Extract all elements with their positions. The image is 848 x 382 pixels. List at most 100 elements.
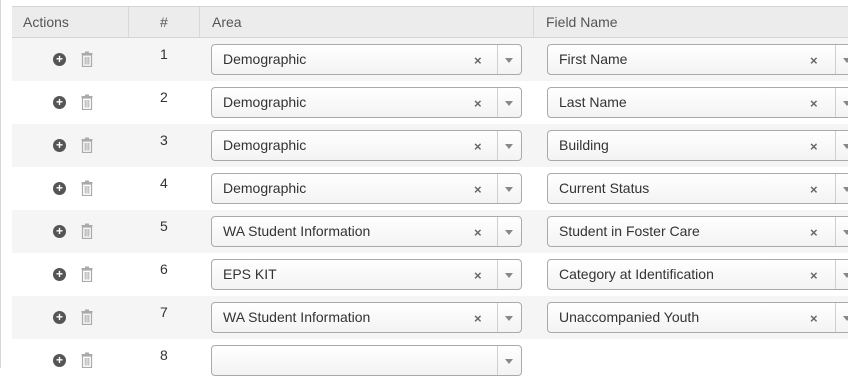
row-number: 2 xyxy=(160,89,168,105)
area-select[interactable]: Demographic × xyxy=(211,87,522,118)
table-row: +2 Demographic × Last Name × xyxy=(12,81,848,124)
header-actions: Actions xyxy=(23,14,69,30)
trash-icon[interactable] xyxy=(81,51,93,68)
dropdown-toggle[interactable] xyxy=(835,131,848,160)
clear-icon[interactable]: × xyxy=(810,303,818,334)
dropdown-toggle[interactable] xyxy=(497,260,520,289)
chevron-down-icon xyxy=(843,273,848,278)
row-number: 6 xyxy=(160,261,168,277)
area-select[interactable]: EPS KIT × xyxy=(211,259,522,290)
clear-icon[interactable]: × xyxy=(810,217,818,248)
dropdown-toggle[interactable] xyxy=(497,303,520,332)
trash-icon[interactable] xyxy=(81,180,93,197)
field-name-select[interactable]: Category at Identification × xyxy=(547,259,848,290)
area-select[interactable]: Demographic × xyxy=(211,130,522,161)
area-select[interactable]: WA Student Information × xyxy=(211,216,522,247)
dropdown-toggle[interactable] xyxy=(835,260,848,289)
dropdown-toggle[interactable] xyxy=(835,217,848,246)
field-name-select[interactable]: Last Name × xyxy=(547,87,848,118)
dropdown-toggle[interactable] xyxy=(835,303,848,332)
plus-circle-icon[interactable]: + xyxy=(53,96,66,109)
clear-icon[interactable]: × xyxy=(810,88,818,119)
trash-icon[interactable] xyxy=(81,309,93,326)
table-header: Actions # Area Field Name xyxy=(12,6,848,38)
clear-icon[interactable]: × xyxy=(810,260,818,291)
field-name-select[interactable]: Unaccompanied Youth × xyxy=(547,302,848,333)
clear-icon[interactable]: × xyxy=(474,174,482,205)
plus-circle-icon[interactable]: + xyxy=(53,139,66,152)
mapping-table: Actions # Area Field Name +1 Demographic ×… xyxy=(0,0,848,382)
row-number: 5 xyxy=(160,218,168,234)
clear-icon[interactable]: × xyxy=(474,45,482,76)
field-name-value: Unaccompanied Youth xyxy=(559,309,700,325)
row-number: 1 xyxy=(160,46,168,62)
header-divider xyxy=(533,7,534,37)
field-name-select[interactable]: Building × xyxy=(547,130,848,161)
area-value: Demographic xyxy=(223,180,307,196)
plus-circle-icon[interactable]: + xyxy=(53,311,66,324)
table-row: +1 Demographic × First Name × xyxy=(12,38,848,81)
field-name-value: Category at Identification xyxy=(559,266,714,282)
chevron-down-icon xyxy=(505,316,513,321)
clear-icon[interactable]: × xyxy=(474,131,482,162)
table-row: +3 Demographic × Building × xyxy=(12,124,848,167)
plus-circle-icon[interactable]: + xyxy=(53,225,66,238)
field-name-select[interactable]: Student in Foster Care × xyxy=(547,216,848,247)
dropdown-toggle[interactable] xyxy=(497,88,520,117)
dropdown-toggle[interactable] xyxy=(497,131,520,160)
plus-circle-icon[interactable]: + xyxy=(53,53,66,66)
chevron-down-icon xyxy=(505,187,513,192)
dropdown-toggle[interactable] xyxy=(497,174,520,203)
table-row: +8 xyxy=(12,339,848,382)
area-select[interactable]: Demographic × xyxy=(211,44,522,75)
chevron-down-icon xyxy=(843,101,848,106)
trash-icon[interactable] xyxy=(81,94,93,111)
table-row: +5 WA Student Information × Student in Fost… xyxy=(12,210,848,253)
header-area: Area xyxy=(212,14,242,30)
header-divider xyxy=(199,7,200,37)
trash-icon[interactable] xyxy=(81,223,93,240)
row-number: 3 xyxy=(160,132,168,148)
chevron-down-icon xyxy=(505,144,513,149)
area-select[interactable]: Demographic × xyxy=(211,173,522,204)
plus-circle-icon[interactable]: + xyxy=(53,182,66,195)
plus-circle-icon[interactable]: + xyxy=(53,354,66,367)
area-select[interactable] xyxy=(211,345,522,376)
field-name-select[interactable]: Current Status × xyxy=(547,173,848,204)
clear-icon[interactable]: × xyxy=(810,45,818,76)
area-value: Demographic xyxy=(223,51,307,67)
field-name-value: Current Status xyxy=(559,180,650,196)
table-row: +4 Demographic × Current Status × xyxy=(12,167,848,210)
dropdown-toggle[interactable] xyxy=(497,346,520,375)
field-name-select[interactable]: First Name × xyxy=(547,44,848,75)
row-number: 7 xyxy=(160,304,168,320)
header-divider xyxy=(128,7,129,37)
row-number: 8 xyxy=(160,347,168,363)
field-name-value: First Name xyxy=(559,51,628,67)
clear-icon[interactable]: × xyxy=(474,260,482,291)
chevron-down-icon xyxy=(843,144,848,149)
clear-icon[interactable]: × xyxy=(474,88,482,119)
header-number: # xyxy=(160,14,168,30)
dropdown-toggle[interactable] xyxy=(497,45,520,74)
dropdown-toggle[interactable] xyxy=(497,217,520,246)
table-left-border xyxy=(0,0,1,368)
area-select[interactable]: WA Student Information × xyxy=(211,302,522,333)
trash-icon[interactable] xyxy=(81,266,93,283)
field-name-value: Last Name xyxy=(559,94,627,110)
dropdown-toggle[interactable] xyxy=(835,45,848,74)
dropdown-toggle[interactable] xyxy=(835,174,848,203)
clear-icon[interactable]: × xyxy=(810,174,818,205)
clear-icon[interactable]: × xyxy=(474,303,482,334)
trash-icon[interactable] xyxy=(81,137,93,154)
clear-icon[interactable]: × xyxy=(810,131,818,162)
chevron-down-icon xyxy=(505,273,513,278)
clear-icon[interactable]: × xyxy=(474,217,482,248)
area-value: Demographic xyxy=(223,137,307,153)
field-name-value: Building xyxy=(559,137,609,153)
row-number: 4 xyxy=(160,175,168,191)
chevron-down-icon xyxy=(505,359,513,364)
dropdown-toggle[interactable] xyxy=(835,88,848,117)
trash-icon[interactable] xyxy=(81,352,93,369)
plus-circle-icon[interactable]: + xyxy=(53,268,66,281)
